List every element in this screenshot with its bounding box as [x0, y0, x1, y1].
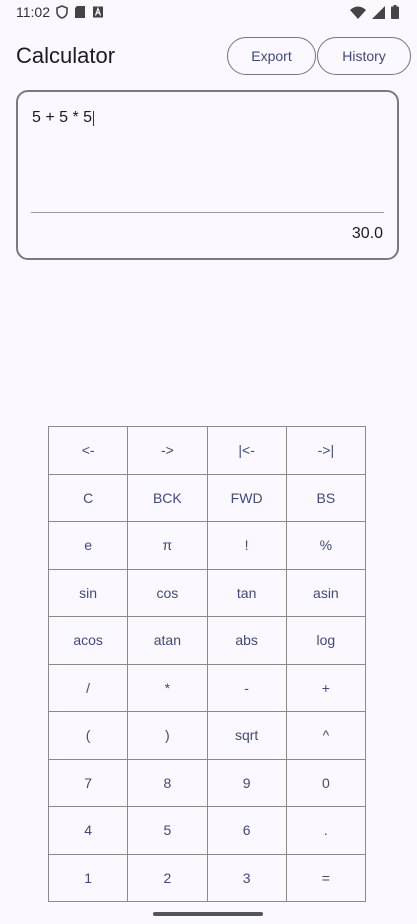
key-button[interactable]: π	[128, 522, 208, 570]
export-button[interactable]: Export	[227, 37, 316, 75]
app-title: Calculator	[16, 43, 116, 68]
wifi-icon	[350, 6, 366, 19]
gesture-nav-handle[interactable]	[153, 912, 263, 916]
keypad: <- -> |<- ->| C BCK FWD BS e π!% sin cos tan asin acos…	[48, 426, 366, 902]
key-button[interactable]: +	[286, 664, 366, 712]
key-button[interactable]: 2	[128, 854, 208, 902]
key-button[interactable]: 8	[128, 759, 208, 807]
shield-icon	[56, 5, 68, 19]
key-button[interactable]: ^	[286, 712, 366, 760]
signal-icon	[372, 5, 385, 19]
status-left-icons	[56, 5, 104, 19]
key-button[interactable]: 4	[49, 807, 129, 855]
status-time: 11:02	[16, 4, 50, 20]
key-button[interactable]: *	[128, 664, 208, 712]
key-button[interactable]: 7	[49, 759, 129, 807]
display-divider	[31, 212, 384, 213]
key-button[interactable]: !	[207, 522, 287, 570]
key-button[interactable]: cos	[128, 569, 208, 617]
calculator-screen: 11:02 Calculator Export History 5 + 5 * …	[0, 0, 417, 924]
key-button[interactable]: sqrt	[207, 712, 287, 760]
calculator-display: 5 + 5 * 5 30.0	[16, 90, 399, 260]
key-button[interactable]: 1	[49, 854, 129, 902]
key-button[interactable]: acos	[49, 617, 129, 665]
key-button[interactable]: =	[286, 854, 366, 902]
key-button[interactable]: 9	[207, 759, 287, 807]
key-button[interactable]: atan	[128, 617, 208, 665]
key-button[interactable]: <-	[49, 427, 129, 475]
key-button[interactable]: -	[207, 664, 287, 712]
key-button[interactable]: 5	[128, 807, 208, 855]
text-caret	[93, 110, 95, 126]
result-value: 30.0	[351, 225, 383, 242]
key-button[interactable]: tan	[207, 569, 287, 617]
key-button[interactable]: /	[49, 664, 129, 712]
status-right-icons	[350, 5, 399, 19]
key-button[interactable]: ->|	[286, 427, 366, 475]
key-button[interactable]: ->	[128, 427, 208, 475]
a-box-icon	[93, 6, 103, 18]
key-button[interactable]: 6	[207, 807, 287, 855]
key-button[interactable]: FWD	[207, 474, 287, 522]
key-button[interactable]: (	[49, 712, 129, 760]
key-button[interactable]: BCK	[128, 474, 208, 522]
battery-icon	[391, 5, 399, 19]
key-button[interactable]: abs	[207, 617, 287, 665]
key-button[interactable]: asin	[286, 569, 366, 617]
key-button[interactable]: 0	[286, 759, 366, 807]
key-button[interactable]: log	[286, 617, 366, 665]
sd-card-icon	[75, 6, 85, 18]
expression-input[interactable]: 5 + 5 * 5	[32, 109, 95, 127]
key-button[interactable]: BS	[286, 474, 366, 522]
key-button[interactable]: )	[128, 712, 208, 760]
key-button[interactable]: .	[286, 807, 366, 855]
key-button[interactable]: e	[49, 522, 129, 570]
key-button[interactable]: %	[286, 522, 366, 570]
expression-text: 5 + 5 * 5	[32, 109, 93, 126]
history-button[interactable]: History	[317, 37, 411, 75]
key-button[interactable]: |<-	[207, 427, 287, 475]
key-button[interactable]: sin	[49, 569, 129, 617]
key-button[interactable]: 3	[207, 854, 287, 902]
status-bar: 11:02	[0, 0, 417, 26]
key-button[interactable]: C	[49, 474, 129, 522]
